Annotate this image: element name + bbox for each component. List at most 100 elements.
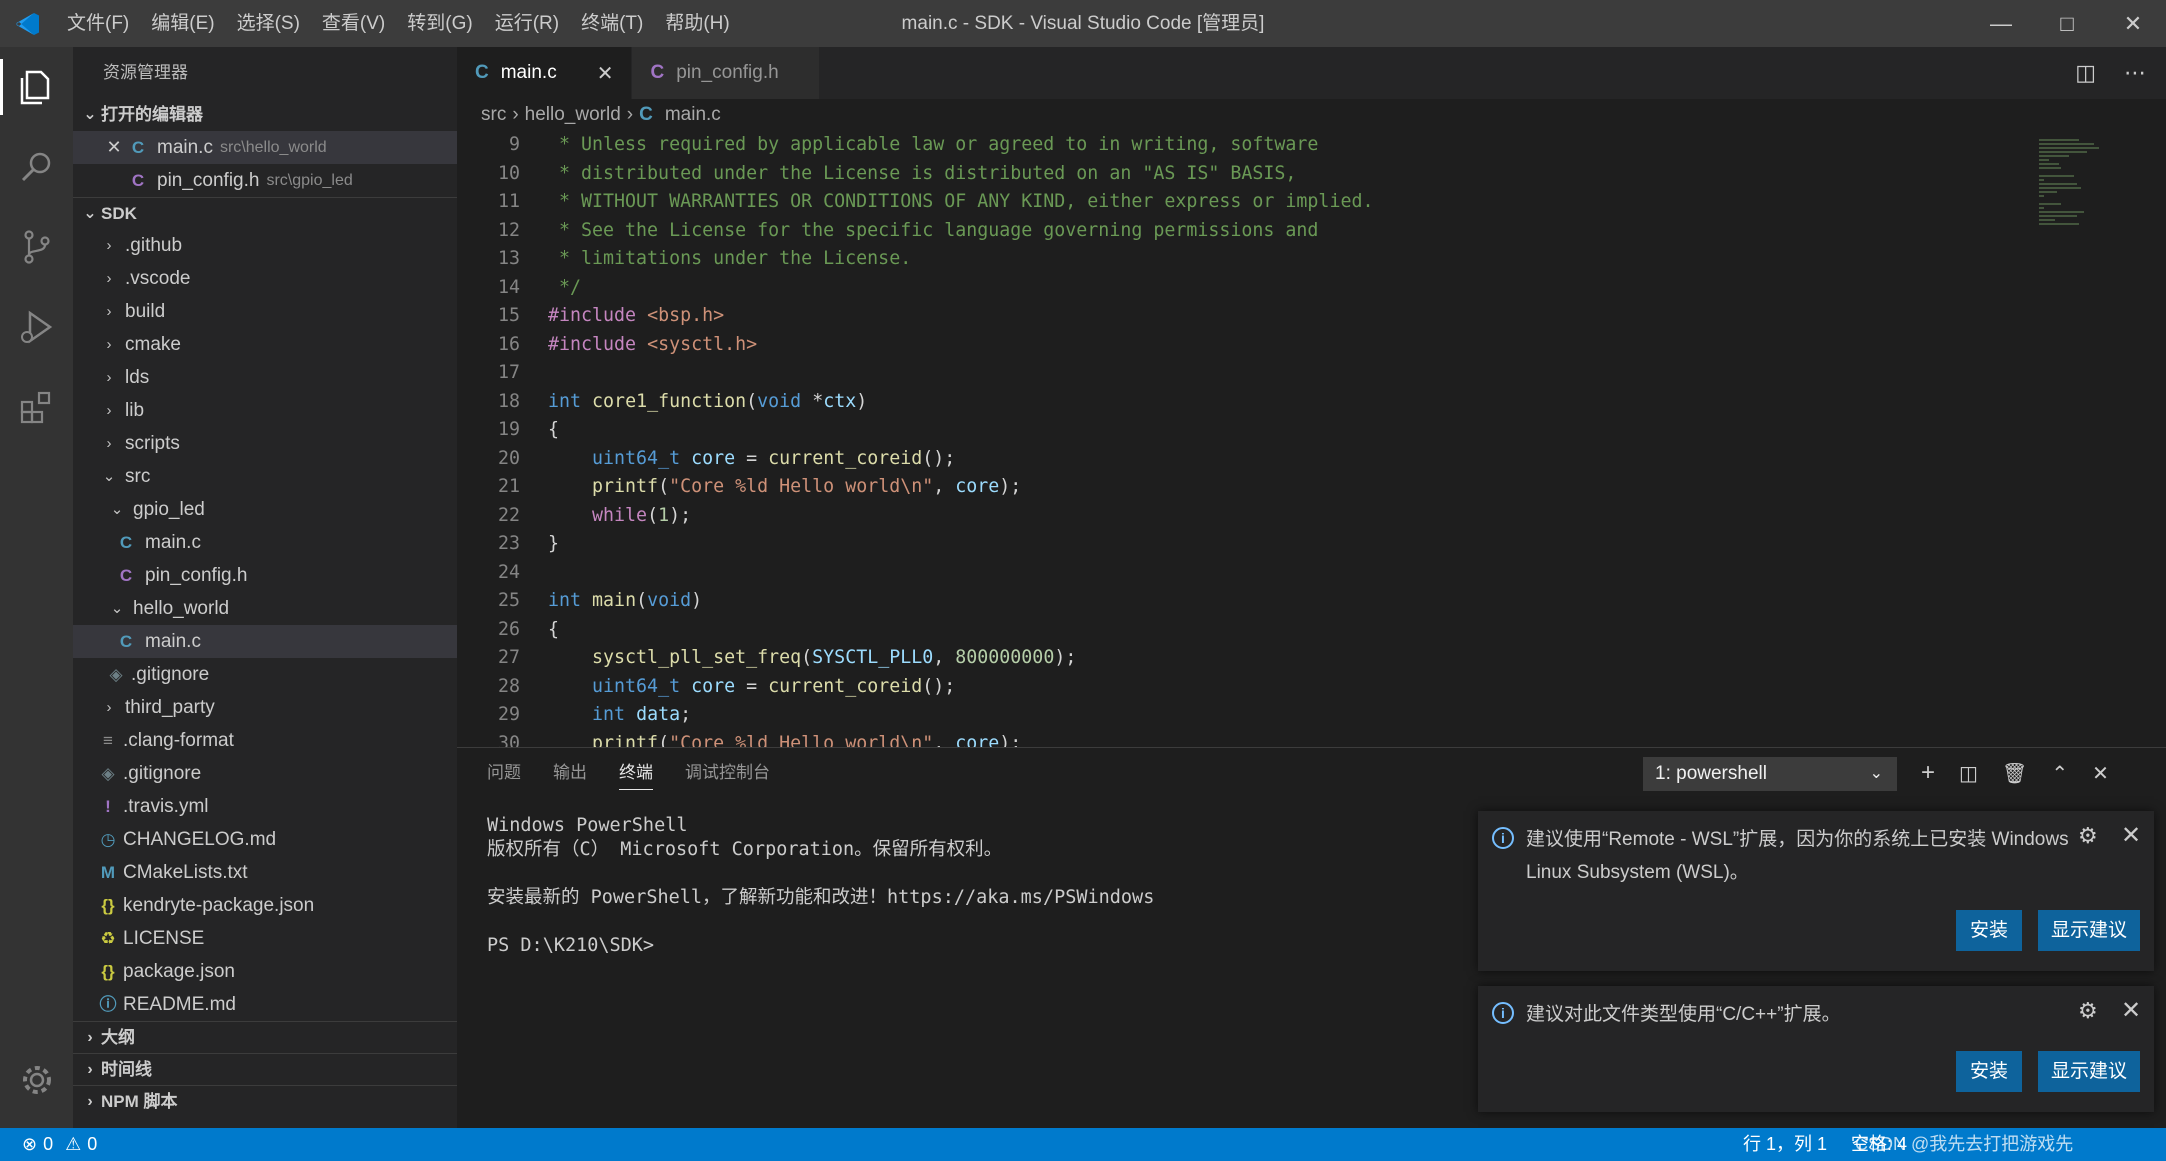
tree-file[interactable]: {} kendryte-package.json <box>73 889 457 922</box>
chevron-right-icon: › <box>106 699 112 716</box>
open-editor-item[interactable]: ✕ C main.c src\hello_world <box>73 131 457 164</box>
tree-folder[interactable]: › .github <box>73 229 457 262</box>
close-panel-icon[interactable]: ✕ <box>2092 761 2109 786</box>
close-icon[interactable]: ✕ <box>597 61 614 86</box>
npm-scripts-header[interactable]: › NPM 脚本 <box>73 1085 457 1117</box>
new-terminal-icon[interactable]: + <box>1921 759 1935 787</box>
file-tree: › .github › .vscode › build › cmake › lds › li… <box>73 229 457 1021</box>
close-icon[interactable]: ✕ <box>2121 821 2141 850</box>
menu-selection[interactable]: 选择(S) <box>226 0 311 47</box>
maximize-icon[interactable]: □ <box>2034 0 2100 47</box>
tree-file[interactable]: ≡ .clang-format <box>73 724 457 757</box>
chevron-down-icon: ⌄ <box>83 204 97 222</box>
minimap-line <box>2039 183 2077 185</box>
cursor-position[interactable]: 行 1，列 1 <box>1743 1128 1827 1161</box>
tab-main-c[interactable]: C main.c ✕ <box>457 47 633 99</box>
tree-folder[interactable]: › scripts <box>73 427 457 460</box>
tree-file[interactable]: ♻ LICENSE <box>73 922 457 955</box>
gear-icon[interactable]: ⚙ <box>2078 998 2098 1024</box>
minimap-line <box>2039 207 2044 209</box>
breadcrumb-item[interactable]: hello_world <box>525 104 621 125</box>
tree-folder[interactable]: › build <box>73 295 457 328</box>
tab-debug-console[interactable]: 调试控制台 <box>685 748 770 798</box>
menu-terminal[interactable]: 终端(T) <box>570 0 654 47</box>
outline-header[interactable]: › 大纲 <box>73 1021 457 1053</box>
minimap-line <box>2039 219 2055 221</box>
terminal-select[interactable]: 1: powershell ⌄ <box>1643 757 1897 791</box>
menu-edit[interactable]: 编辑(E) <box>140 0 225 47</box>
tree-file[interactable]: M CMakeLists.txt <box>73 856 457 889</box>
chevron-down-icon: ⌄ <box>110 501 124 518</box>
breadcrumb-item[interactable]: main.c <box>665 104 721 125</box>
menu-bar: 文件(F) 编辑(E) 选择(S) 查看(V) 转到(G) 运行(R) 终端(T… <box>56 0 741 47</box>
tab-output[interactable]: 输出 <box>553 748 587 798</box>
minimap[interactable] <box>2027 131 2166 747</box>
install-button[interactable]: 安装 <box>1956 910 2022 951</box>
close-icon[interactable]: ✕ <box>2121 996 2141 1025</box>
chevron-down-icon: ⌄ <box>1869 765 1883 782</box>
tree-folder-open[interactable]: ⌄ src <box>73 460 457 493</box>
tree-file[interactable]: {} package.json <box>73 955 457 988</box>
menu-go[interactable]: 转到(G) <box>396 0 483 47</box>
search-icon[interactable] <box>0 127 73 207</box>
split-editor-icon[interactable]: ◫ <box>2075 60 2096 86</box>
run-debug-icon[interactable] <box>0 287 73 367</box>
tree-folder-open[interactable]: ⌄ hello_world <box>73 592 457 625</box>
tree-file[interactable]: ! .travis.yml <box>73 790 457 823</box>
gear-icon[interactable]: ⚙ <box>2078 823 2098 849</box>
minimap-line <box>2039 195 2044 197</box>
minimize-icon[interactable]: — <box>1968 0 2034 47</box>
open-editor-item[interactable]: C pin_config.h src\gpio_led <box>73 164 457 197</box>
tree-file[interactable]: Cmain.c <box>73 526 457 559</box>
tree-folder[interactable]: › .vscode <box>73 262 457 295</box>
open-editors-header[interactable]: ⌄ 打开的编辑器 <box>73 99 457 131</box>
split-terminal-icon[interactable]: ◫ <box>1959 761 1978 786</box>
tab-pin-config-h[interactable]: C pin_config.h <box>632 47 820 99</box>
source-control-icon[interactable] <box>0 207 73 287</box>
chevron-right-icon: › <box>106 402 112 419</box>
window-controls: — □ ✕ <box>1968 0 2166 47</box>
maximize-panel-icon[interactable]: ⌃ <box>2051 761 2068 786</box>
install-button[interactable]: 安装 <box>1956 1051 2022 1092</box>
tree-file[interactable]: ◈ .gitignore <box>73 658 457 691</box>
code-line: 25 int main(void) <box>497 590 703 611</box>
workspace-header[interactable]: ⌄ SDK <box>73 197 457 229</box>
tree-file[interactable]: ⓘ README.md <box>73 988 457 1021</box>
tree-folder[interactable]: › lib <box>73 394 457 427</box>
menu-help[interactable]: 帮助(H) <box>654 0 740 47</box>
tree-file[interactable]: ◷ CHANGELOG.md <box>73 823 457 856</box>
text-file-icon: ≡ <box>103 731 113 750</box>
tab-terminal[interactable]: 终端 <box>619 748 653 798</box>
manage-gear-icon[interactable] <box>0 1040 73 1120</box>
tree-file[interactable]: Cmain.c <box>73 625 457 658</box>
show-recommendations-button[interactable]: 显示建议 <box>2038 1051 2140 1092</box>
tree-file[interactable]: ◈ .gitignore <box>73 757 457 790</box>
menu-view[interactable]: 查看(V) <box>311 0 396 47</box>
tree-folder[interactable]: › lds <box>73 361 457 394</box>
minimap-line <box>2039 151 2087 153</box>
extensions-icon[interactable] <box>0 367 73 447</box>
breadcrumb-item[interactable]: src <box>481 104 506 125</box>
notification-cpp: i 建议对此文件类型使用“C/C++”扩展。 ⚙ ✕ 安装 显示建议 <box>1478 986 2154 1112</box>
menu-file[interactable]: 文件(F) <box>56 0 140 47</box>
problems-status[interactable]: ⊗ 0 ⚠ 0 <box>22 1128 97 1161</box>
tree-folder-open[interactable]: ⌄ gpio_led <box>73 493 457 526</box>
chevron-right-icon: › <box>106 435 112 452</box>
timeline-header[interactable]: › 时间线 <box>73 1053 457 1085</box>
code-editor[interactable]: 9 * Unless required by applicable law or… <box>457 131 2027 747</box>
tree-folder[interactable]: › third_party <box>73 691 457 724</box>
minimap-line <box>2039 139 2079 141</box>
minimap-line <box>2039 187 2081 189</box>
code-line: 22 while(1); <box>497 504 692 526</box>
tab-problems[interactable]: 问题 <box>487 748 521 798</box>
close-window-icon[interactable]: ✕ <box>2100 0 2166 47</box>
tree-file[interactable]: Cpin_config.h <box>73 559 457 592</box>
code-line: 16 #include <sysctl.h> <box>497 333 758 355</box>
menu-run[interactable]: 运行(R) <box>484 0 570 47</box>
close-icon[interactable]: ✕ <box>103 131 125 164</box>
tree-folder[interactable]: › cmake <box>73 328 457 361</box>
explorer-icon[interactable] <box>0 47 73 127</box>
trash-icon[interactable]: 🗑 <box>2002 761 2027 786</box>
more-actions-icon[interactable]: ⋯ <box>2124 60 2146 86</box>
show-recommendations-button[interactable]: 显示建议 <box>2038 910 2140 951</box>
